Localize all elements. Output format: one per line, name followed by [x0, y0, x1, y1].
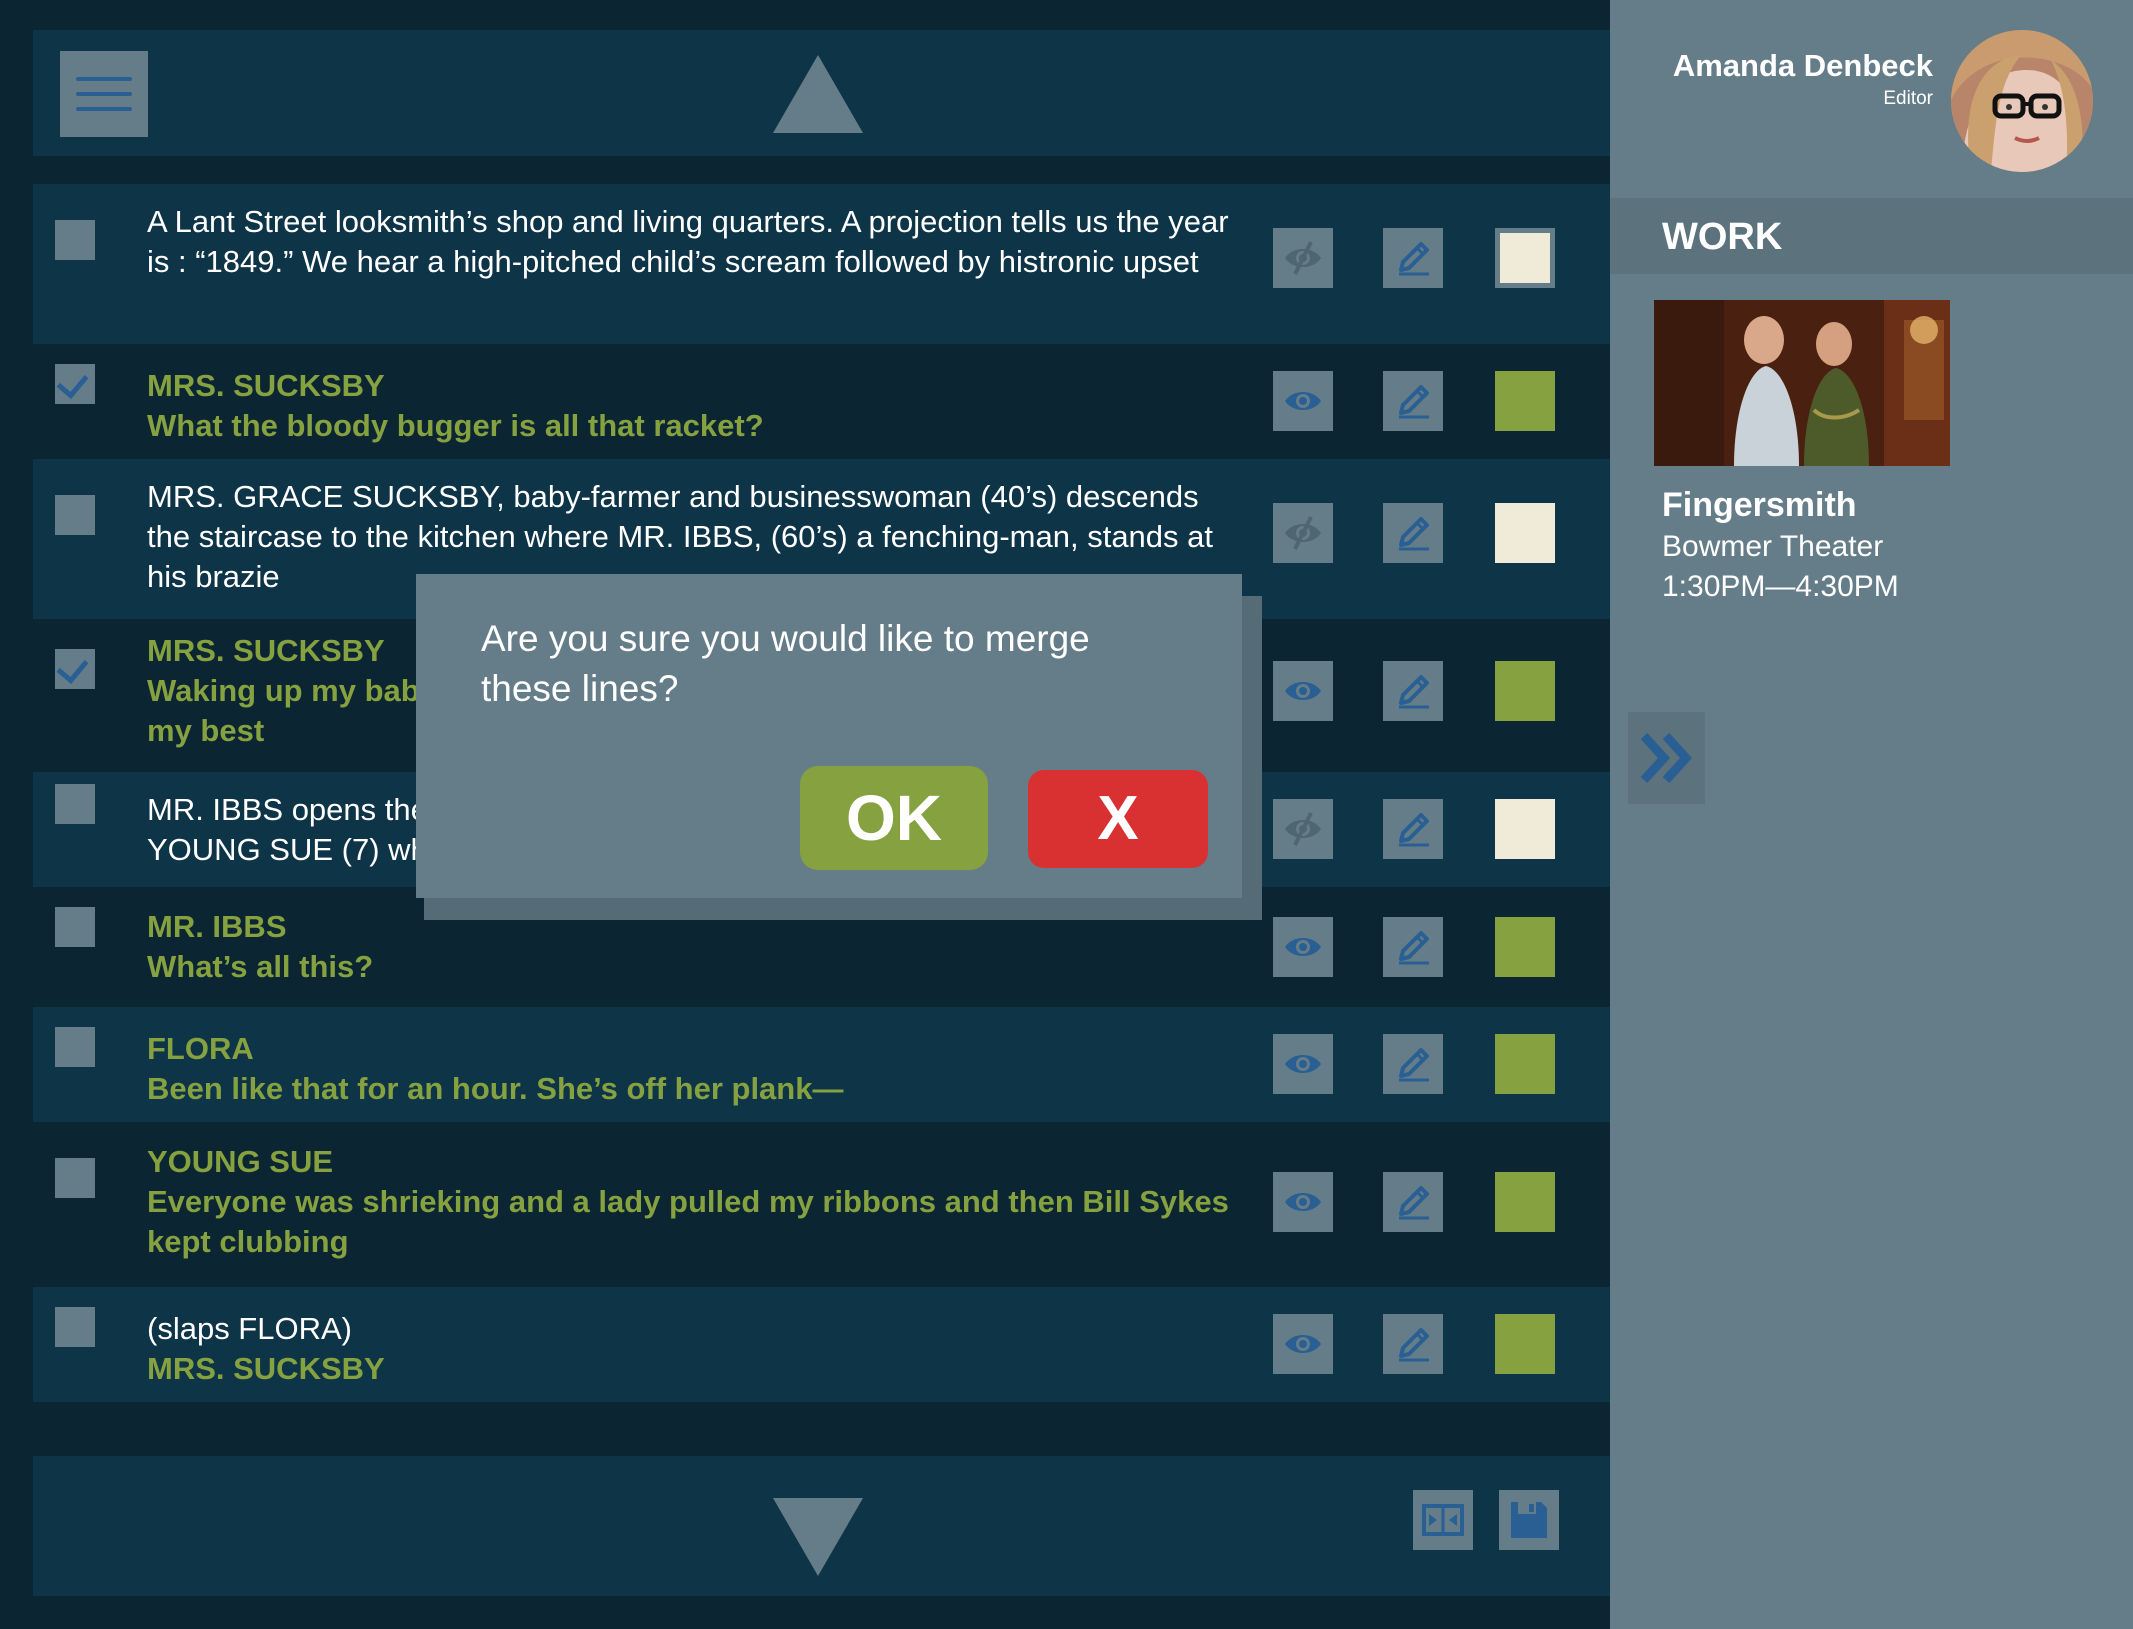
pencil-icon	[1399, 1186, 1429, 1220]
cancel-button[interactable]: X	[1028, 770, 1208, 868]
line-checkbox-checked[interactable]	[55, 364, 95, 404]
line-description: A Lant Street looksmith’s shop and livin…	[147, 204, 1229, 279]
avatar[interactable]	[1951, 30, 2093, 172]
edit-line-button[interactable]	[1383, 1034, 1443, 1094]
double-chevron-right-icon	[1640, 732, 1693, 784]
ok-button[interactable]: OK	[800, 766, 988, 870]
merge-confirm-dialog: Are you sure you would like to merge the…	[416, 574, 1242, 898]
save-button[interactable]	[1499, 1490, 1559, 1550]
pencil-icon	[1399, 675, 1429, 709]
edit-line-button[interactable]	[1383, 661, 1443, 721]
work-venue: Bowmer Theater	[1662, 530, 1884, 563]
visibility-toggle-button[interactable]	[1273, 799, 1333, 859]
pencil-icon	[1399, 517, 1429, 551]
hamburger-icon	[76, 77, 132, 81]
line-checkbox[interactable]	[55, 220, 95, 260]
line-checkbox-checked[interactable]	[55, 649, 95, 689]
visibility-toggle-button[interactable]	[1273, 661, 1333, 721]
work-time: 1:30PM—4:30PM	[1662, 570, 1899, 603]
eye-icon	[1285, 1055, 1321, 1073]
line-checkbox[interactable]	[55, 495, 95, 535]
edit-line-button[interactable]	[1383, 917, 1443, 977]
user-role: Editor	[1883, 88, 1933, 109]
work-section-label: WORK	[1662, 216, 1783, 258]
line-color-swatch[interactable]	[1495, 503, 1555, 563]
line-color-swatch[interactable]	[1495, 917, 1555, 977]
edit-line-button[interactable]	[1383, 1314, 1443, 1374]
line-dialogue: FLORA Been like that for an hour. She’s …	[147, 1031, 844, 1106]
scroll-down-button[interactable]	[773, 1498, 863, 1576]
merge-icon	[1422, 1504, 1464, 1536]
eye-icon	[1285, 938, 1321, 956]
visibility-toggle-button[interactable]	[1273, 1172, 1333, 1232]
work-title[interactable]: Fingersmith	[1662, 486, 1857, 525]
eye-icon	[1285, 682, 1321, 700]
edit-line-button[interactable]	[1383, 503, 1443, 563]
line-text: (slaps FLORA) MRS. SUCKSBY	[147, 1309, 1237, 1389]
line-checkbox[interactable]	[55, 784, 95, 824]
visibility-toggle-button[interactable]	[1273, 1314, 1333, 1374]
expand-panel-button[interactable]	[1628, 712, 1705, 804]
menu-button[interactable]	[60, 51, 148, 137]
line-stage-direction: (slaps FLORA)	[147, 1311, 352, 1346]
line-checkbox[interactable]	[55, 907, 95, 947]
edit-line-button[interactable]	[1383, 371, 1443, 431]
line-color-swatch[interactable]	[1495, 1034, 1555, 1094]
line-color-swatch[interactable]	[1495, 1172, 1555, 1232]
line-dialogue: MRS. SUCKSBY What the bloody bugger is a…	[147, 368, 764, 443]
work-thumbnail[interactable]	[1654, 300, 1950, 466]
edit-line-button[interactable]	[1383, 1172, 1443, 1232]
eye-icon	[1285, 1335, 1321, 1353]
script-line-row[interactable]: FLORA Been like that for an hour. She’s …	[33, 1007, 1610, 1122]
floppy-disk-icon	[1511, 1502, 1547, 1538]
eye-off-icon	[1285, 812, 1321, 846]
edit-line-button[interactable]	[1383, 228, 1443, 288]
top-toolbar	[33, 30, 1610, 156]
visibility-toggle-button[interactable]	[1273, 228, 1333, 288]
line-checkbox[interactable]	[55, 1027, 95, 1067]
eye-icon	[1285, 1193, 1321, 1211]
bottom-toolbar	[33, 1456, 1610, 1596]
line-color-swatch[interactable]	[1495, 661, 1555, 721]
edit-line-button[interactable]	[1383, 799, 1443, 859]
pencil-icon	[1399, 1328, 1429, 1362]
merge-lines-button[interactable]	[1413, 1490, 1473, 1550]
script-line-row[interactable]: A Lant Street looksmith’s shop and livin…	[33, 184, 1610, 344]
eye-icon	[1285, 392, 1321, 410]
dialog-message: Are you sure you would like to merge the…	[481, 618, 1090, 709]
user-name: Amanda Denbeck	[1672, 48, 1933, 83]
line-color-swatch[interactable]	[1495, 799, 1555, 859]
visibility-toggle-button[interactable]	[1273, 1034, 1333, 1094]
eye-off-icon	[1285, 241, 1321, 275]
script-line-row[interactable]: (slaps FLORA) MRS. SUCKSBY	[33, 1287, 1610, 1402]
script-line-row[interactable]: MRS. SUCKSBY What the bloody bugger is a…	[33, 344, 1610, 459]
pencil-icon	[1399, 385, 1429, 419]
line-color-swatch[interactable]	[1495, 228, 1555, 288]
pencil-icon	[1399, 813, 1429, 847]
line-color-swatch[interactable]	[1495, 1314, 1555, 1374]
line-checkbox[interactable]	[55, 1158, 95, 1198]
scroll-up-button[interactable]	[773, 55, 863, 133]
line-character-name: MRS. SUCKSBY	[147, 1351, 385, 1386]
visibility-toggle-button[interactable]	[1273, 503, 1333, 563]
work-section-header: WORK	[1610, 198, 2133, 274]
sidebar: Amanda Denbeck Editor WORK Fingersmith B…	[1610, 0, 2133, 1629]
line-dialogue: YOUNG SUE Everyone was shrieking and a l…	[147, 1144, 1229, 1259]
pencil-icon	[1399, 931, 1429, 965]
eye-off-icon	[1285, 516, 1321, 550]
pencil-icon	[1399, 1048, 1429, 1082]
script-line-row[interactable]: YOUNG SUE Everyone was shrieking and a l…	[33, 1122, 1610, 1287]
line-checkbox[interactable]	[55, 1307, 95, 1347]
pencil-icon	[1399, 242, 1429, 276]
line-color-swatch[interactable]	[1495, 371, 1555, 431]
visibility-toggle-button[interactable]	[1273, 917, 1333, 977]
visibility-toggle-button[interactable]	[1273, 371, 1333, 431]
